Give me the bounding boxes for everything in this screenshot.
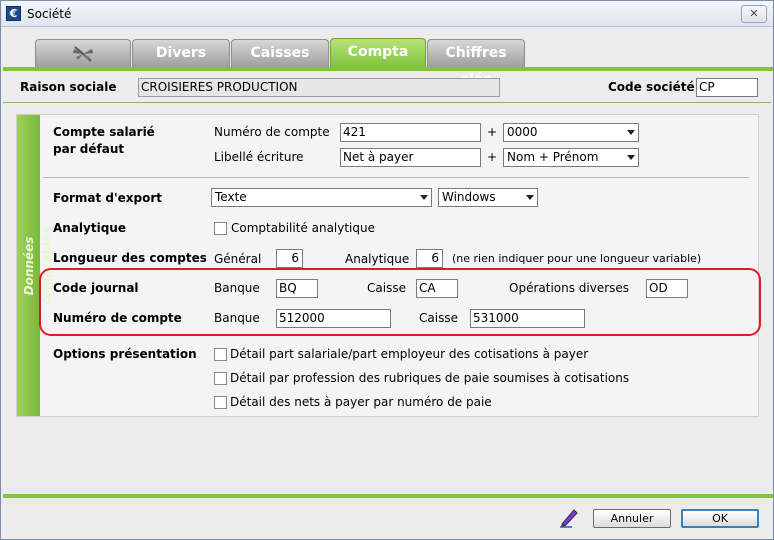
format-export-select[interactable]: Texte xyxy=(211,188,432,207)
numero-compte-suffix-value: 0000 xyxy=(507,125,538,139)
ok-button[interactable]: OK xyxy=(681,509,759,528)
encoding-value: Windows xyxy=(442,190,496,204)
analytique-length-field[interactable]: 6 xyxy=(416,249,443,268)
dragonfly-icon xyxy=(36,45,130,63)
tab-general[interactable] xyxy=(35,39,131,67)
app-icon: € xyxy=(6,6,21,21)
tab-bar: Divers Caisses Compta Chiffres clés xyxy=(3,27,773,88)
compte-banque-field[interactable]: 512000 xyxy=(276,309,391,328)
longueur-note: (ne rien indiquer pour une longueur vari… xyxy=(452,252,702,265)
libelle-ecriture-field[interactable]: Net à payer xyxy=(340,148,481,167)
tab-chiffres-cles[interactable]: Chiffres clés xyxy=(427,39,525,88)
compte-banque-label: Banque xyxy=(214,311,260,325)
code-societe-label: Code société xyxy=(608,80,695,94)
journal-banque-label: Banque xyxy=(214,281,260,295)
tab-compta[interactable]: Compta xyxy=(330,38,426,68)
plus-sign-1: + xyxy=(487,125,498,139)
operations-diverses-field[interactable]: OD xyxy=(646,279,688,298)
operations-diverses-label: Opérations diverses xyxy=(509,281,630,295)
raison-sociale-field[interactable]: CROISIERES PRODUCTION xyxy=(138,78,500,97)
option-checkbox-3[interactable] xyxy=(214,396,227,409)
general-length-field[interactable]: 6 xyxy=(276,249,303,268)
compte-caisse-field[interactable]: 531000 xyxy=(470,309,585,328)
journal-caisse-label: Caisse xyxy=(367,281,406,295)
option-checkbox-1[interactable] xyxy=(214,348,227,361)
close-button[interactable]: ✕ xyxy=(741,5,767,23)
compte-separator xyxy=(43,177,749,178)
footer-separator xyxy=(3,494,773,498)
tab-divers[interactable]: Divers xyxy=(132,39,230,67)
longueur-comptes-label: Longueur des comptes xyxy=(53,251,207,265)
raison-sociale-row: Raison sociale CROISIERES PRODUCTION Cod… xyxy=(1,73,773,103)
panel-side-label: Données comptables xyxy=(22,226,54,306)
libelle-suffix-value: Nom + Prénom xyxy=(507,150,599,164)
compte-caisse-label: Caisse xyxy=(419,311,458,325)
chevron-down-icon xyxy=(526,195,534,200)
numero-compte-suffix-select[interactable]: 0000 xyxy=(503,123,639,142)
comptabilite-analytique-checkbox[interactable] xyxy=(214,222,227,235)
code-journal-label: Code journal xyxy=(53,281,139,295)
tab-strip xyxy=(3,67,773,71)
format-export-label: Format d'export xyxy=(53,191,163,205)
chevron-down-icon xyxy=(627,130,635,135)
window-title: Société xyxy=(27,7,72,21)
comptabilite-analytique-label: Comptabilité analytique xyxy=(231,221,375,235)
numero-compte-label: Numéro de compte xyxy=(214,125,330,139)
encoding-select[interactable]: Windows xyxy=(438,188,538,207)
journal-caisse-field[interactable]: CA xyxy=(416,279,458,298)
options-presentation-label: Options présentation xyxy=(53,347,197,361)
journal-banque-field[interactable]: BQ xyxy=(276,279,318,298)
plus-sign-2: + xyxy=(487,150,498,164)
societe-window: € Société ✕ Divers Caisses Compta Chiffr… xyxy=(0,0,774,540)
chevron-down-icon xyxy=(627,155,635,160)
title-bar: € Société ✕ xyxy=(1,1,773,27)
cancel-button[interactable]: Annuler xyxy=(593,509,671,528)
header-separator xyxy=(3,102,771,103)
numero-compte-field[interactable]: 421 xyxy=(340,123,481,142)
option-label-1: Détail part salariale/part employeur des… xyxy=(230,347,589,361)
option-label-2: Détail par profession des rubriques de p… xyxy=(230,371,630,385)
panel-side-bar: Données comptables xyxy=(17,115,54,416)
raison-sociale-label: Raison sociale xyxy=(20,80,117,94)
analytique-label: Analytique xyxy=(53,221,126,235)
compte-salarie-label-1: Compte salarié xyxy=(53,125,155,139)
analytique-length-label: Analytique xyxy=(345,252,410,266)
compte-salarie-label-2: par défaut xyxy=(53,142,125,156)
option-label-3: Détail des nets à payer par numéro de pa… xyxy=(230,395,492,409)
general-label: Général xyxy=(214,252,262,266)
tab-caisses[interactable]: Caisses xyxy=(231,39,329,67)
chevron-down-icon xyxy=(420,195,428,200)
code-societe-field[interactable]: CP xyxy=(696,78,758,97)
option-checkbox-2[interactable] xyxy=(214,372,227,385)
numero-compte-bank-label: Numéro de compte xyxy=(53,311,182,325)
libelle-suffix-select[interactable]: Nom + Prénom xyxy=(503,148,639,167)
format-export-value: Texte xyxy=(215,190,247,204)
pen-icon[interactable] xyxy=(558,506,580,528)
libelle-ecriture-label: Libellé écriture xyxy=(214,150,304,164)
